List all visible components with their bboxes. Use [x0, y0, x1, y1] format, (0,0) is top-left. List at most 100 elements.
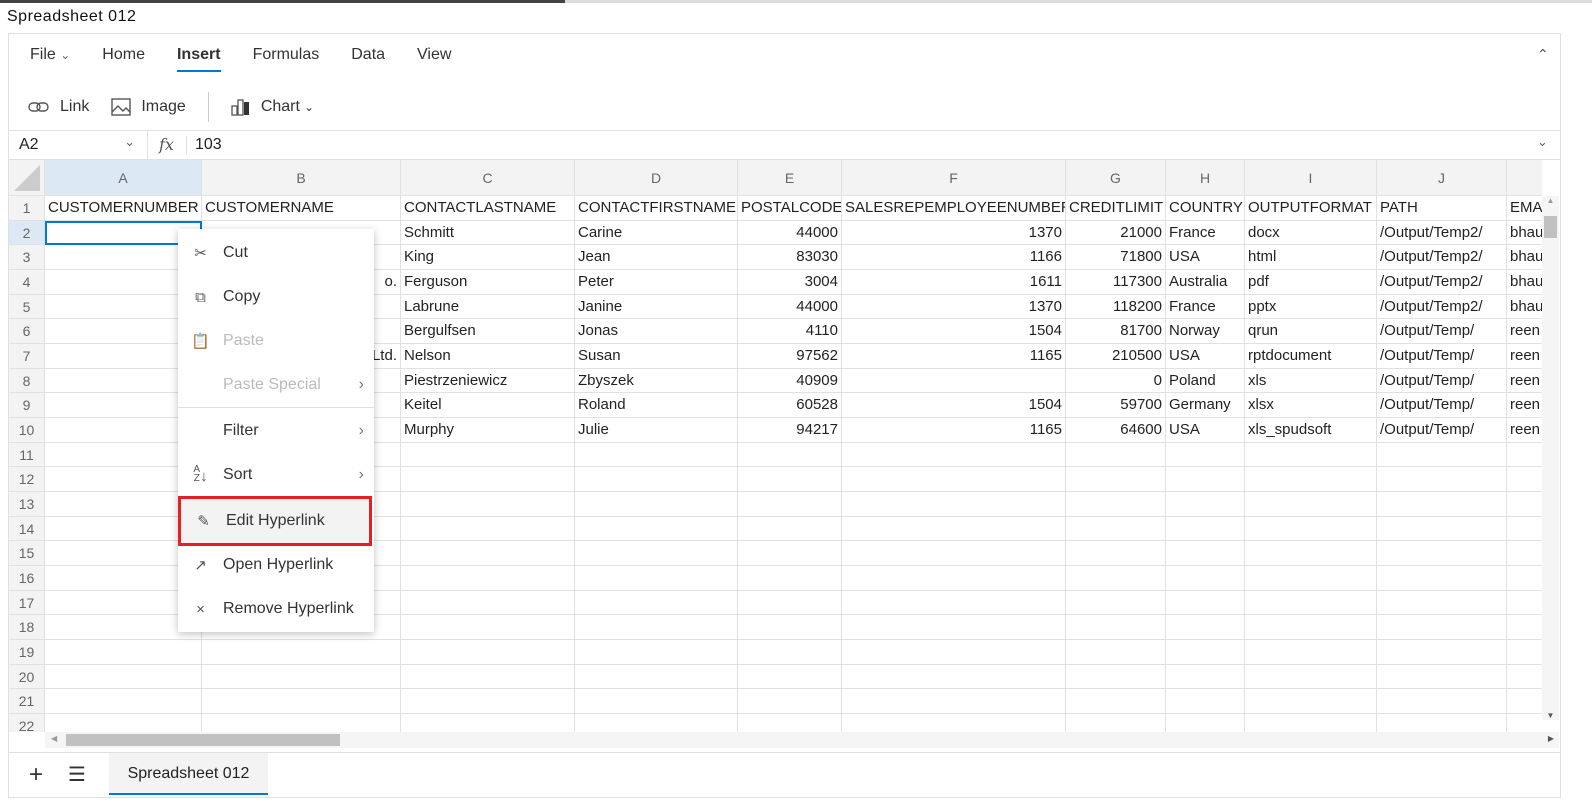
menu-item-sort[interactable]: A Z↓ Sort › [178, 455, 374, 495]
cell[interactable] [575, 442, 738, 468]
cell[interactable] [842, 541, 1066, 567]
cell[interactable] [1377, 566, 1507, 591]
cell[interactable]: pptx [1245, 294, 1377, 320]
cell[interactable]: reen [1507, 369, 1542, 394]
cell[interactable] [1166, 541, 1245, 567]
cell[interactable]: bhau [1507, 245, 1542, 270]
header-cell[interactable]: OUTPUTFORMAT [1245, 196, 1377, 221]
cell[interactable] [1377, 467, 1507, 493]
cell[interactable]: 44000 [738, 294, 842, 320]
cell[interactable] [401, 689, 575, 715]
cell[interactable] [401, 664, 575, 690]
cell[interactable] [1245, 714, 1377, 732]
cell[interactable] [1245, 664, 1377, 690]
chart-button[interactable]: Chart ⌄ [231, 98, 314, 116]
cell[interactable] [1166, 492, 1245, 517]
cell[interactable] [1377, 714, 1507, 732]
cell[interactable]: pdf [1245, 270, 1377, 295]
cell[interactable]: 1165 [842, 344, 1066, 369]
cell[interactable] [401, 590, 575, 616]
row-header[interactable]: 13 [9, 492, 45, 517]
header-cell[interactable]: CONTACTLASTNAME [401, 196, 575, 221]
cell[interactable]: Jean [575, 245, 738, 270]
row-header[interactable]: 17 [9, 590, 45, 616]
cell[interactable] [842, 714, 1066, 732]
cell[interactable]: /Output/Temp2/ [1377, 270, 1507, 295]
cell[interactable] [842, 689, 1066, 715]
cell[interactable]: Ferguson [401, 270, 575, 295]
scroll-thumb[interactable] [66, 734, 340, 746]
cell[interactable] [842, 590, 1066, 616]
menu-item-open-hyperlink[interactable]: ↗ Open Hyperlink [178, 545, 374, 585]
cell[interactable] [401, 442, 575, 468]
cell[interactable] [1166, 442, 1245, 468]
cell[interactable] [842, 516, 1066, 542]
cell[interactable]: Janine [575, 294, 738, 320]
menu-item-filter[interactable]: Filter › [178, 411, 374, 451]
cell[interactable] [575, 615, 738, 641]
row-header[interactable]: 15 [9, 541, 45, 567]
cell[interactable] [1245, 590, 1377, 616]
cell[interactable]: Labrune [401, 294, 575, 320]
row-header[interactable]: 8 [9, 368, 45, 394]
cell[interactable] [738, 615, 842, 641]
cell[interactable] [1377, 492, 1507, 517]
cell[interactable]: Norway [1166, 319, 1245, 344]
cell[interactable] [738, 689, 842, 715]
cell[interactable] [1166, 566, 1245, 591]
horizontal-scrollbar[interactable]: ◀ ▶ [45, 732, 1559, 748]
cell[interactable]: King [401, 245, 575, 270]
column-header[interactable]: B [202, 160, 401, 196]
cell[interactable]: Bergulfsen [401, 319, 575, 344]
cell[interactable] [1507, 467, 1542, 493]
cell[interactable]: Keitel [401, 393, 575, 419]
scroll-thumb[interactable] [1544, 216, 1557, 238]
cell[interactable] [1507, 689, 1542, 715]
column-header[interactable]: A [45, 160, 202, 196]
cell[interactable] [401, 615, 575, 641]
cell[interactable] [1507, 665, 1542, 690]
collapse-ribbon-icon[interactable]: ⌃ [1537, 46, 1549, 63]
header-cell[interactable]: PATH [1377, 196, 1507, 221]
tab-view[interactable]: View [417, 46, 451, 72]
row-header[interactable]: 16 [9, 566, 45, 591]
cell[interactable]: 1504 [842, 319, 1066, 344]
cell[interactable] [401, 467, 575, 493]
cell[interactable] [1245, 442, 1377, 468]
cell[interactable] [1377, 640, 1507, 665]
cell[interactable]: 81700 [1066, 319, 1166, 344]
cell[interactable] [45, 689, 202, 715]
row-header[interactable]: 3 [9, 245, 45, 270]
cell[interactable]: 210500 [1066, 344, 1166, 369]
sheet-tab-active[interactable]: Spreadsheet 012 [109, 753, 268, 795]
cell[interactable] [1507, 615, 1542, 641]
cell[interactable] [575, 566, 738, 591]
cell[interactable] [1066, 689, 1166, 715]
cell[interactable] [401, 492, 575, 517]
cell[interactable]: docx [1245, 220, 1377, 246]
cell[interactable]: Peter [575, 270, 738, 295]
cell[interactable] [1166, 714, 1245, 732]
cell[interactable] [1166, 590, 1245, 616]
cell[interactable] [738, 566, 842, 591]
row-header[interactable]: 21 [9, 689, 45, 715]
cell[interactable]: /Output/Temp/ [1377, 319, 1507, 344]
cell[interactable]: 1611 [842, 270, 1066, 295]
cell[interactable] [738, 640, 842, 665]
cell[interactable] [1066, 492, 1166, 517]
cell[interactable] [1507, 640, 1542, 665]
cell[interactable] [1377, 664, 1507, 690]
header-cell[interactable]: CUSTOMERNUMBER [45, 196, 202, 221]
cell[interactable]: France [1166, 220, 1245, 246]
cell[interactable]: USA [1166, 418, 1245, 443]
cell[interactable] [575, 640, 738, 665]
column-header[interactable] [1507, 160, 1542, 196]
cell[interactable] [575, 590, 738, 616]
cell[interactable] [1377, 442, 1507, 468]
cell[interactable] [1066, 566, 1166, 591]
menu-item-copy[interactable]: ⧉ Copy [178, 277, 374, 317]
cell[interactable]: /Output/Temp2/ [1377, 294, 1507, 320]
header-cell[interactable]: EMA [1507, 196, 1542, 221]
cell[interactable]: Schmitt [401, 220, 575, 246]
cell[interactable]: /Output/Temp2/ [1377, 245, 1507, 270]
